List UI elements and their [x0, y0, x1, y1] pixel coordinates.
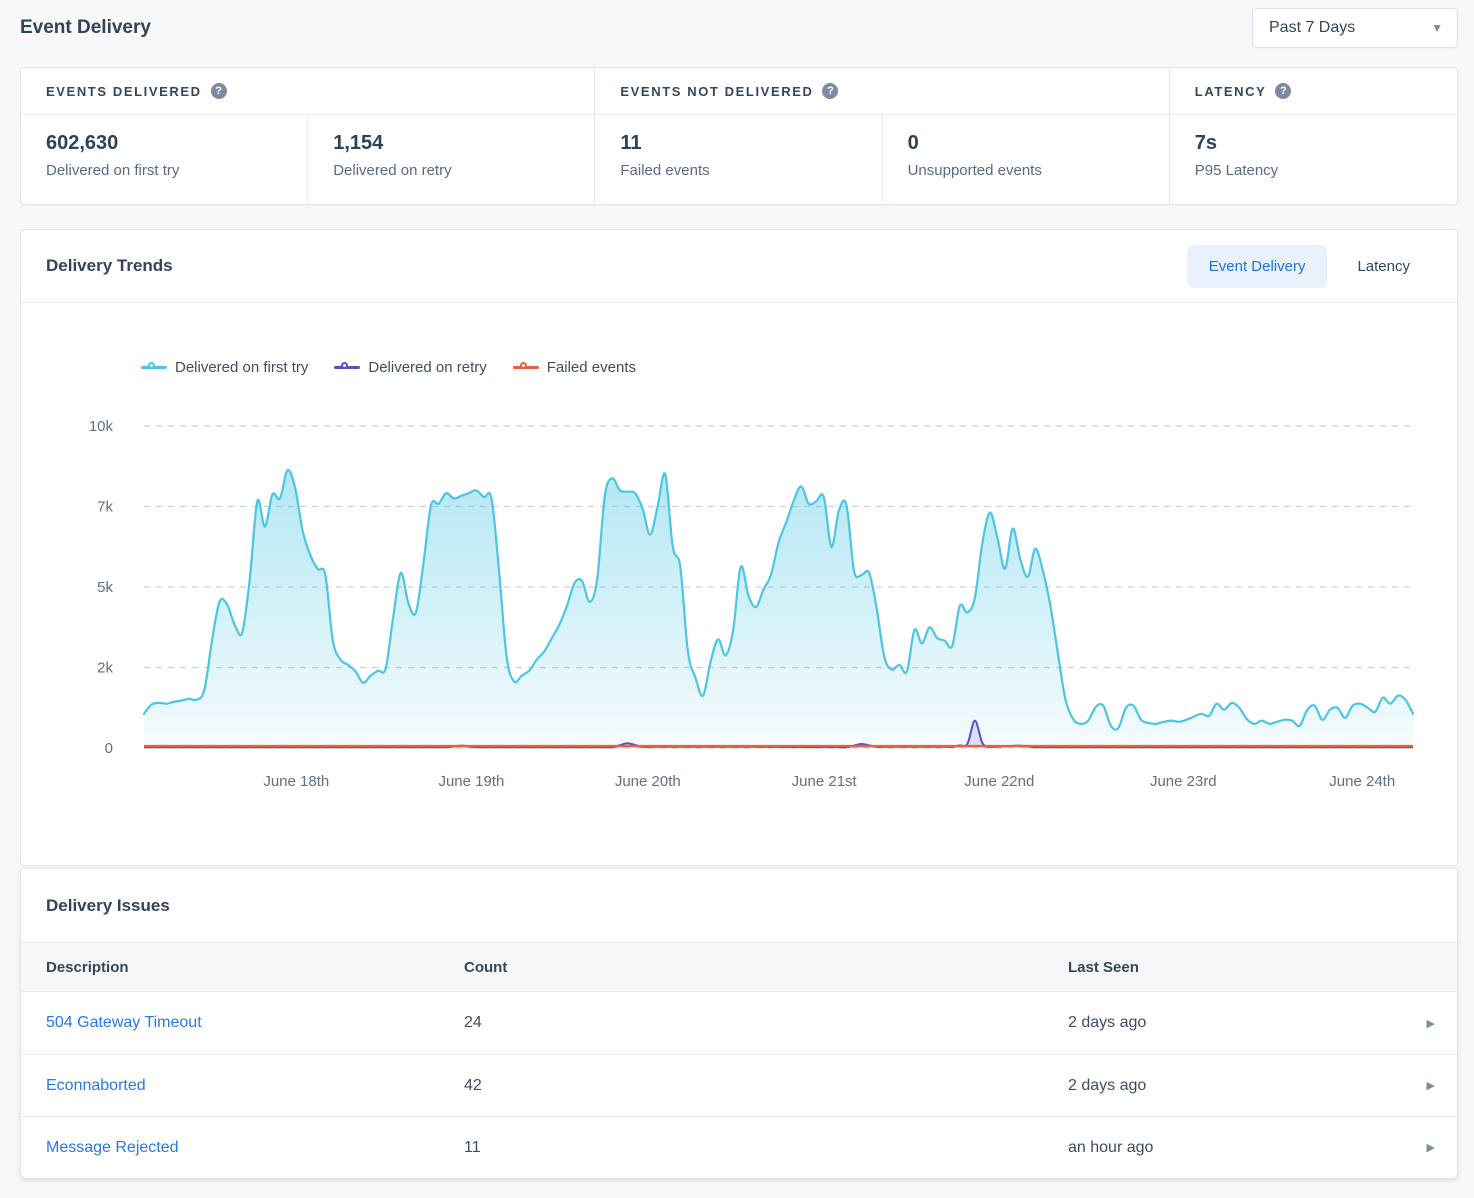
svg-text:June 20th: June 20th — [615, 773, 681, 790]
trends-tabs: Event Delivery Latency — [1187, 245, 1432, 288]
help-icon[interactable]: ? — [822, 83, 838, 99]
issue-link[interactable]: 504 Gateway Timeout — [46, 1014, 464, 1032]
metric-failed: 11 Failed events — [595, 115, 881, 204]
events-not-delivered-label: EVENTS NOT DELIVERED — [620, 84, 813, 99]
svg-text:June 19th: June 19th — [438, 773, 504, 790]
col-description: Description — [46, 959, 464, 976]
stats-section-events-not-delivered: EVENTS NOT DELIVERED ? 11 Failed events … — [595, 68, 1169, 204]
topbar: Event Delivery Past 7 Days ▼ — [20, 0, 1458, 48]
issue-count: 11 — [464, 1139, 1068, 1157]
svg-text:June 23rd: June 23rd — [1150, 773, 1217, 790]
svg-text:2k: 2k — [97, 660, 113, 677]
issue-last-seen: 2 days ago — [1068, 1077, 1401, 1095]
metric-value: 11 — [620, 132, 856, 155]
svg-text:June 22nd: June 22nd — [964, 773, 1034, 790]
page-title: Event Delivery — [20, 17, 151, 39]
svg-text:5k: 5k — [97, 579, 113, 596]
metric-label: Delivered on retry — [333, 162, 569, 179]
table-row[interactable]: Econnaborted 42 2 days ago ▶ — [21, 1054, 1457, 1116]
delivery-trends-title: Delivery Trends — [46, 256, 173, 276]
time-range-value: Past 7 Days — [1269, 19, 1355, 37]
stats-summary-card: EVENTS DELIVERED ? 602,630 Delivered on … — [20, 67, 1458, 205]
table-row[interactable]: 504 Gateway Timeout 24 2 days ago ▶ — [21, 992, 1457, 1054]
latency-label: LATENCY — [1195, 84, 1267, 99]
chevron-right-icon[interactable]: ▶ — [1401, 1141, 1457, 1154]
metric-unsupported: 0 Unsupported events — [882, 115, 1169, 204]
help-icon[interactable]: ? — [1275, 83, 1291, 99]
metric-label: Delivered on first try — [46, 162, 282, 179]
chevron-down-icon: ▼ — [1431, 21, 1443, 35]
svg-text:June 21st: June 21st — [792, 773, 858, 790]
col-count: Count — [464, 959, 1068, 976]
table-row[interactable]: Message Rejected 11 an hour ago ▶ — [21, 1116, 1457, 1178]
trends-chart: 0 2k 5k 7k 10k June 18th June 19th June 20th Jun… — [21, 303, 1457, 865]
tab-event-delivery[interactable]: Event Delivery — [1187, 245, 1328, 288]
table-header-row: Description Count Last Seen — [21, 942, 1457, 992]
metric-label: Unsupported events — [908, 162, 1144, 179]
issue-last-seen: 2 days ago — [1068, 1014, 1401, 1032]
metric-p95-latency: 7s P95 Latency — [1170, 115, 1457, 204]
tab-latency[interactable]: Latency — [1335, 245, 1432, 288]
delivery-issues-title: Delivery Issues — [46, 896, 170, 916]
events-delivered-label: EVENTS DELIVERED — [46, 84, 202, 99]
metric-label: P95 Latency — [1195, 162, 1432, 179]
chevron-right-icon[interactable]: ▶ — [1401, 1079, 1457, 1092]
metric-value: 7s — [1195, 132, 1432, 155]
delivery-issues-card: Delivery Issues Description Count Last S… — [20, 868, 1458, 1179]
metric-first-try: 602,630 Delivered on first try — [21, 115, 307, 204]
event-delivery-page: Event Delivery Past 7 Days ▼ EVENTS DELI… — [0, 0, 1474, 1179]
metric-value: 602,630 — [46, 132, 282, 155]
svg-text:0: 0 — [105, 740, 113, 757]
stats-section-events-delivered: EVENTS DELIVERED ? 602,630 Delivered on … — [21, 68, 595, 204]
issue-last-seen: an hour ago — [1068, 1139, 1401, 1157]
chevron-right-icon[interactable]: ▶ — [1401, 1017, 1457, 1030]
help-icon[interactable]: ? — [211, 83, 227, 99]
issue-count: 42 — [464, 1077, 1068, 1095]
trends-chart-area: Delivered on first try Delivered on retr… — [21, 303, 1457, 865]
svg-text:7k: 7k — [97, 499, 113, 516]
issue-count: 24 — [464, 1014, 1068, 1032]
stats-section-latency: LATENCY ? 7s P95 Latency — [1170, 68, 1457, 204]
issue-link[interactable]: Message Rejected — [46, 1139, 464, 1157]
col-last-seen: Last Seen — [1068, 959, 1401, 976]
svg-text:June 18th: June 18th — [263, 773, 329, 790]
delivery-trends-card: Delivery Trends Event Delivery Latency D… — [20, 229, 1458, 866]
metric-retry: 1,154 Delivered on retry — [307, 115, 594, 204]
metric-value: 1,154 — [333, 132, 569, 155]
issue-link[interactable]: Econnaborted — [46, 1077, 464, 1095]
metric-label: Failed events — [620, 162, 856, 179]
svg-text:10k: 10k — [89, 418, 114, 435]
metric-value: 0 — [908, 132, 1144, 155]
delivery-issues-table: Description Count Last Seen 504 Gateway … — [21, 942, 1457, 1178]
svg-text:June 24th: June 24th — [1329, 773, 1395, 790]
time-range-select[interactable]: Past 7 Days ▼ — [1252, 8, 1458, 48]
